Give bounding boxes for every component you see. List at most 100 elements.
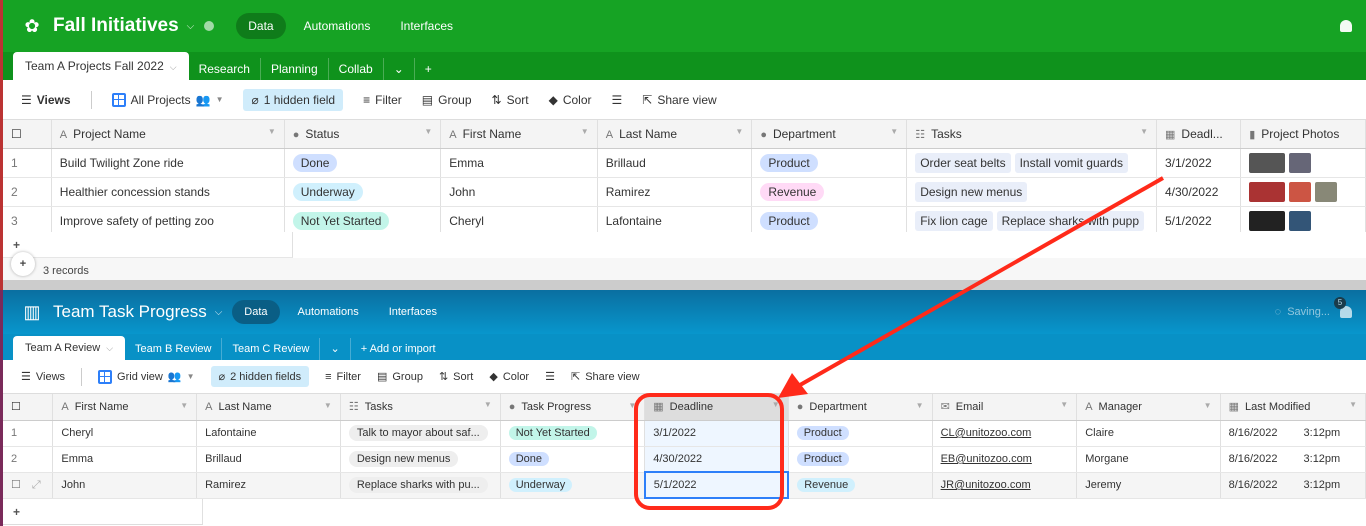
deadline-cell[interactable]: 3/1/2022 (1156, 148, 1242, 178)
col-deadline[interactable]: ▦ Deadline ▼ (644, 394, 789, 421)
nav-interfaces[interactable]: Interfaces (377, 300, 449, 324)
table-row[interactable]: 3 Improve safety of petting zoo Not Yet … (3, 206, 1366, 236)
nav-automations[interactable]: Automations (286, 300, 371, 324)
task-chip[interactable]: Install vomit guards (1014, 152, 1128, 173)
views-button[interactable]: ☰ Views (21, 93, 71, 107)
task-progress-cell[interactable]: Done (500, 446, 646, 473)
first-name-cell[interactable]: Emma (52, 446, 198, 473)
hidden-fields-button[interactable]: ⌀ 2 hidden fields (210, 366, 310, 387)
col-last-modified[interactable]: ▦ Last Modified ▼ (1220, 394, 1366, 421)
email-link[interactable]: EB@unitozoo.com (941, 453, 1032, 465)
tasks-cell[interactable]: Fix lion cage Replace sharks with pupp (906, 206, 1157, 236)
task-chip[interactable]: Fix lion cage (915, 210, 993, 231)
email-link[interactable]: CL@unitozoo.com (941, 427, 1032, 439)
dropdown-icon[interactable]: ▼ (916, 401, 924, 410)
dropdown-icon[interactable]: ▼ (1204, 401, 1212, 410)
nav-data[interactable]: Data (236, 13, 286, 39)
base-title[interactable]: Team Task Progress (53, 302, 207, 322)
dropdown-icon[interactable]: ▼ (268, 127, 276, 136)
add-row-plus-icon[interactable]: + (3, 232, 293, 258)
deadline-cell[interactable]: 3/1/2022 (644, 420, 789, 447)
status-cell[interactable]: Not Yet Started (284, 206, 442, 236)
dropdown-icon[interactable]: ▼ (772, 400, 780, 409)
deadline-cell[interactable]: 4/30/2022 (644, 446, 789, 473)
task-progress-cell[interactable]: Underway (500, 472, 646, 499)
more-tabs-chevron-icon[interactable]: ⌄ (384, 58, 415, 80)
row-height-button[interactable]: ☰ (612, 93, 623, 107)
dropdown-icon[interactable]: ▼ (581, 127, 589, 136)
dropdown-icon[interactable]: ▼ (628, 401, 636, 410)
department-cell[interactable]: Revenue (751, 177, 908, 207)
task-progress-cell[interactable]: Not Yet Started (500, 420, 646, 447)
nav-data[interactable]: Data (232, 300, 280, 324)
more-tabs-chevron-icon[interactable]: ⌄ (320, 338, 351, 360)
first-name-cell[interactable]: John (52, 472, 198, 499)
dropdown-icon[interactable]: ▼ (890, 127, 898, 136)
photos-cell[interactable] (1240, 148, 1366, 178)
add-or-import-button[interactable]: + Add or import (351, 338, 446, 360)
expand-icon[interactable]: ⤢ (32, 479, 41, 491)
manager-cell[interactable]: Jeremy (1076, 472, 1221, 499)
col-email[interactable]: ✉ Email ▼ (932, 394, 1078, 421)
filter-button[interactable]: ≡ Filter (363, 93, 402, 107)
tab-team-c-review[interactable]: Team C Review (222, 338, 321, 360)
photos-cell[interactable] (1240, 206, 1366, 236)
dropdown-icon[interactable]: ▼ (1140, 127, 1148, 136)
dropdown-icon[interactable]: ▼ (424, 127, 432, 136)
sort-button[interactable]: ⇅ Sort (492, 93, 529, 107)
tab-planning[interactable]: Planning (261, 58, 329, 80)
group-button[interactable]: ▤ Group (377, 370, 423, 384)
select-all-checkbox[interactable]: ☐ (3, 120, 52, 149)
chevron-down-icon[interactable]: ⌵ (215, 307, 223, 318)
col-deadline[interactable]: ▦ Deadl... (1156, 120, 1242, 149)
filter-button[interactable]: ≡ Filter (325, 371, 361, 383)
email-link[interactable]: JR@unitozoo.com (941, 479, 1031, 491)
photos-cell[interactable] (1240, 177, 1366, 207)
dropdown-icon[interactable]: ▼ (180, 401, 188, 410)
manager-cell[interactable]: Claire (1076, 420, 1221, 447)
last-name-cell[interactable]: Brillaud (597, 148, 753, 178)
tab-collab[interactable]: Collab (329, 58, 384, 80)
photo-thumbnail[interactable] (1289, 181, 1312, 202)
chevron-down-icon[interactable]: ⌵ (187, 21, 195, 32)
share-view-button[interactable]: ⇱ Share view (642, 93, 716, 107)
tab-team-a-review[interactable]: Team A Review ⌵ (13, 336, 126, 360)
color-button[interactable]: ◆ Color (489, 370, 529, 384)
first-name-cell[interactable]: Cheryl (440, 206, 598, 236)
tab-research[interactable]: Research (189, 58, 261, 80)
manager-cell[interactable]: Morgane (1076, 446, 1221, 473)
sort-button[interactable]: ⇅ Sort (439, 370, 473, 384)
horizontal-scrollbar[interactable] (3, 280, 1366, 290)
view-switcher[interactable]: Grid view 👥 ▼ (98, 369, 195, 384)
table-row[interactable]: 1 Build Twilight Zone ride Done Emma Bri… (3, 148, 1366, 178)
tasks-cell[interactable]: Design new menus (906, 177, 1157, 207)
table-row[interactable]: ☐ ⤢ John Ramirez Replace sharks with pu.… (3, 471, 1366, 499)
dropdown-icon[interactable]: ▼ (484, 400, 492, 409)
row-height-button[interactable]: ☰ (545, 370, 555, 383)
col-first-name[interactable]: A First Name ▼ (440, 120, 598, 149)
row-checkbox[interactable]: ☐ ⤢ (3, 472, 54, 499)
col-task-progress[interactable]: ● Task Progress ▼ (500, 394, 646, 421)
email-cell[interactable]: CL@unitozoo.com (932, 420, 1078, 447)
photo-thumbnail[interactable] (1315, 181, 1338, 202)
col-manager[interactable]: A Manager ▼ (1076, 394, 1221, 421)
col-project-name[interactable]: A Project Name ▼ (51, 120, 285, 149)
table-row[interactable]: 2 Healthier concession stands Underway J… (3, 177, 1366, 207)
dropdown-icon[interactable]: ▼ (735, 127, 743, 136)
photo-thumbnail[interactable] (1289, 152, 1312, 173)
department-cell[interactable]: Revenue (788, 472, 933, 499)
email-cell[interactable]: JR@unitozoo.com (932, 472, 1078, 499)
first-name-cell[interactable]: Cheryl (52, 420, 198, 447)
email-cell[interactable]: EB@unitozoo.com (932, 446, 1078, 473)
col-last-name[interactable]: A Last Name ▼ (196, 394, 341, 421)
share-view-button[interactable]: ⇱ Share view (571, 370, 640, 384)
last-name-cell[interactable]: Lafontaine (196, 420, 341, 447)
select-all-checkbox[interactable]: ☐ (3, 394, 54, 421)
col-project-photos[interactable]: ▮ Project Photos (1240, 120, 1366, 149)
add-row-plus-icon[interactable]: + (3, 499, 203, 525)
project-name-cell[interactable]: Build Twilight Zone ride (51, 148, 285, 178)
last-name-cell[interactable]: Lafontaine (597, 206, 753, 236)
tasks-cell[interactable]: Replace sharks with pu... (340, 472, 501, 499)
photo-thumbnail[interactable] (1289, 210, 1312, 231)
tab-team-a-projects[interactable]: Team A Projects Fall 2022 ⌵ (13, 52, 189, 80)
